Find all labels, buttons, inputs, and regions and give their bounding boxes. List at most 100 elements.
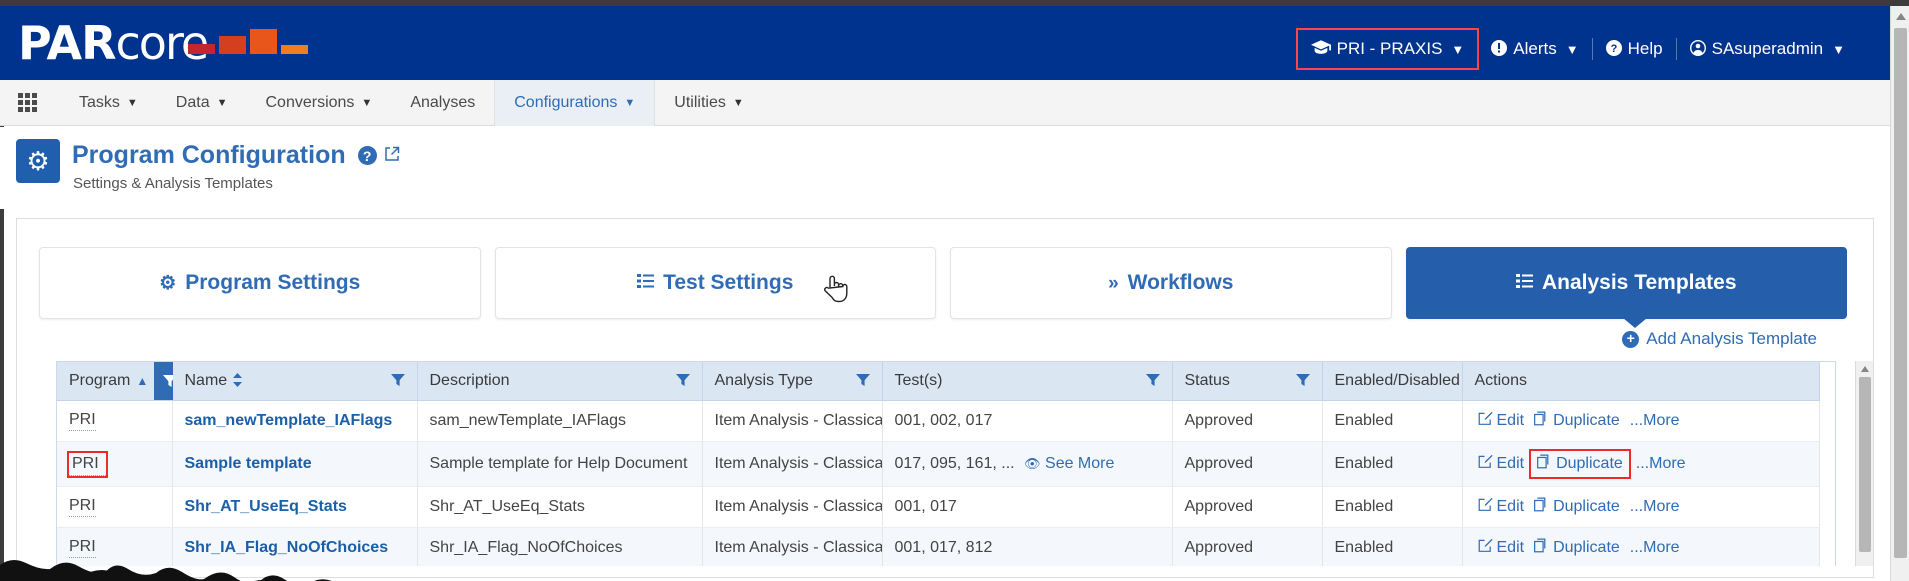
scroll-up-arrow-icon[interactable] <box>1861 366 1869 372</box>
filter-icon[interactable] <box>1145 373 1160 390</box>
col-label: Enabled/Disabled <box>1334 372 1460 389</box>
nav-label: Conversions <box>265 93 355 111</box>
app-screen: PARcore PRI - PRAXIS ▼ Alerts ▼ ? Help S… <box>0 0 1909 581</box>
tests-value: 001, 017 <box>894 498 957 515</box>
nav-label: Analyses <box>410 93 476 111</box>
col-enabled-disabled[interactable]: Enabled/Disabled <box>1322 362 1480 401</box>
add-button-label: Add Analysis Template <box>1646 329 1817 348</box>
more-action[interactable]: ...More <box>1633 454 1689 474</box>
parcore-logo[interactable]: PARcore <box>18 14 308 72</box>
col-actions: Actions <box>1462 362 1820 401</box>
col-description[interactable]: Description <box>417 362 703 401</box>
filter-icon[interactable] <box>855 373 870 390</box>
cell-enabled: Enabled <box>1322 400 1463 442</box>
cell-description: sam_newTemplate_IAFlags <box>417 400 703 442</box>
edit-label: Edit <box>1496 498 1525 515</box>
nav-item-data[interactable]: Data ▼ <box>157 81 247 125</box>
see-more-link[interactable]: 👁 See More <box>1024 455 1114 472</box>
tab-label: Analysis Templates <box>1541 271 1737 294</box>
nav-item-tasks[interactable]: Tasks ▼ <box>60 81 157 125</box>
cell-actions: Edit Duplicate ...More <box>1462 441 1820 487</box>
content-card: ⚙ Program Settings Test Settings » Workf… <box>16 218 1874 578</box>
template-name-link[interactable]: Sample template <box>185 455 312 472</box>
tab-workflows[interactable]: » Workflows <box>950 247 1392 319</box>
program-selector[interactable]: PRI - PRAXIS ▼ <box>1295 28 1480 70</box>
help-circle-icon[interactable]: ? <box>357 146 377 165</box>
duplicate-label: Duplicate <box>1553 412 1620 429</box>
help-label: Help <box>1627 39 1663 58</box>
table-scrollbar[interactable] <box>1855 361 1873 566</box>
cell-tests: 001, 002, 017 <box>882 400 1173 442</box>
page-scrollbar-thumb[interactable] <box>1894 28 1907 558</box>
filter-icon[interactable] <box>390 373 405 390</box>
nav-label: Tasks <box>79 93 120 111</box>
nav-label: Configurations <box>514 93 618 111</box>
edit-action[interactable]: Edit <box>1475 453 1528 475</box>
copy-icon <box>1534 497 1549 517</box>
duplicate-action[interactable]: Duplicate <box>1531 496 1623 518</box>
chevron-down-icon: ▼ <box>126 96 138 109</box>
help-menu[interactable]: ? Help <box>1593 34 1676 64</box>
svg-text:?: ? <box>1610 43 1617 55</box>
col-analysis-type[interactable]: Analysis Type <box>702 362 883 401</box>
tab-strip: ⚙ Program Settings Test Settings » Workf… <box>39 247 1847 319</box>
chevron-down-icon: ▼ <box>1832 41 1845 57</box>
nav-item-conversions[interactable]: Conversions ▼ <box>246 81 391 125</box>
nav-item-analyses[interactable]: Analyses <box>391 81 494 125</box>
add-analysis-template-button[interactable]: + Add Analysis Template <box>1622 329 1817 349</box>
table-scrollbar-thumb[interactable] <box>1859 377 1871 552</box>
list-icon <box>637 273 655 293</box>
filter-icon[interactable] <box>1295 373 1310 390</box>
table-row[interactable]: PRI sam_newTemplate_IAFlags sam_newTempl… <box>57 400 1820 442</box>
nav-item-configurations[interactable]: Configurations ▼ <box>494 79 656 126</box>
table-row[interactable]: PRI Sample template Sample template for … <box>57 441 1820 487</box>
duplicate-label: Duplicate <box>1553 498 1620 515</box>
edit-action[interactable]: Edit <box>1475 496 1528 518</box>
table-row[interactable]: PRI Shr_AT_UseEq_Stats Shr_AT_UseEq_Stat… <box>57 486 1820 528</box>
grid-apps-icon[interactable] <box>18 92 38 113</box>
program-value: PRI <box>69 497 96 517</box>
sort-asc-icon[interactable]: ▲ <box>136 374 148 388</box>
alerts-menu[interactable]: Alerts ▼ <box>1478 34 1591 64</box>
col-program[interactable]: Program ▲ <box>57 362 187 401</box>
page-header: ⚙ Program Configuration ? Settings & Ana… <box>0 127 1890 209</box>
nav-item-utilities[interactable]: Utilities ▼ <box>655 81 762 125</box>
user-menu[interactable]: SAsuperadmin ▼ <box>1677 34 1858 64</box>
exclamation-circle-icon <box>1491 39 1508 59</box>
tab-test-settings[interactable]: Test Settings <box>494 247 936 319</box>
external-link-icon[interactable] <box>384 146 400 166</box>
filter-icon[interactable] <box>675 373 690 390</box>
table-header-row: Program ▲ Name Description Analysis Type… <box>57 362 1820 401</box>
tab-analysis-templates[interactable]: Analysis Templates <box>1405 247 1847 319</box>
page-subtitle: Settings & Analysis Templates <box>73 175 273 192</box>
eye-icon: 👁 <box>1024 456 1041 471</box>
cell-description: Sample template for Help Document <box>417 441 703 487</box>
copy-icon <box>1537 454 1552 474</box>
header-right-nav: PRI - PRAXIS ▼ Alerts ▼ ? Help SAsuperad… <box>1295 28 1858 70</box>
tab-label: Program Settings <box>185 271 361 294</box>
more-action[interactable]: ...More <box>1627 411 1683 431</box>
more-action[interactable]: ...More <box>1627 497 1683 517</box>
col-name[interactable]: Name <box>172 362 418 401</box>
sort-both-icon[interactable] <box>233 372 243 390</box>
page-scrollbar[interactable] <box>1890 6 1909 581</box>
cell-analysis-type: Item Analysis - Classical <box>702 400 883 442</box>
col-tests[interactable]: Test(s) <box>882 362 1173 401</box>
edit-action[interactable]: Edit <box>1475 410 1528 432</box>
duplicate-action[interactable]: Duplicate <box>1531 410 1623 432</box>
edit-pencil-icon <box>1478 454 1493 474</box>
plus-circle-icon: + <box>1622 330 1640 348</box>
mouse-cursor <box>822 272 848 304</box>
chevron-down-icon: ▼ <box>216 96 228 109</box>
cell-name: sam_newTemplate_IAFlags <box>172 400 418 442</box>
duplicate-action-highlighted[interactable]: Duplicate <box>1529 449 1631 479</box>
cell-tests: 001, 017 <box>882 486 1173 528</box>
scroll-up-arrow-icon[interactable] <box>1896 13 1906 20</box>
col-status[interactable]: Status <box>1172 362 1323 401</box>
col-label: Actions <box>1474 372 1527 389</box>
cell-status: Approved <box>1172 400 1323 442</box>
tab-program-settings[interactable]: ⚙ Program Settings <box>39 247 481 319</box>
edit-label: Edit <box>1496 412 1525 429</box>
template-name-link[interactable]: sam_newTemplate_IAFlags <box>185 412 393 429</box>
template-name-link[interactable]: Shr_AT_UseEq_Stats <box>185 498 347 515</box>
